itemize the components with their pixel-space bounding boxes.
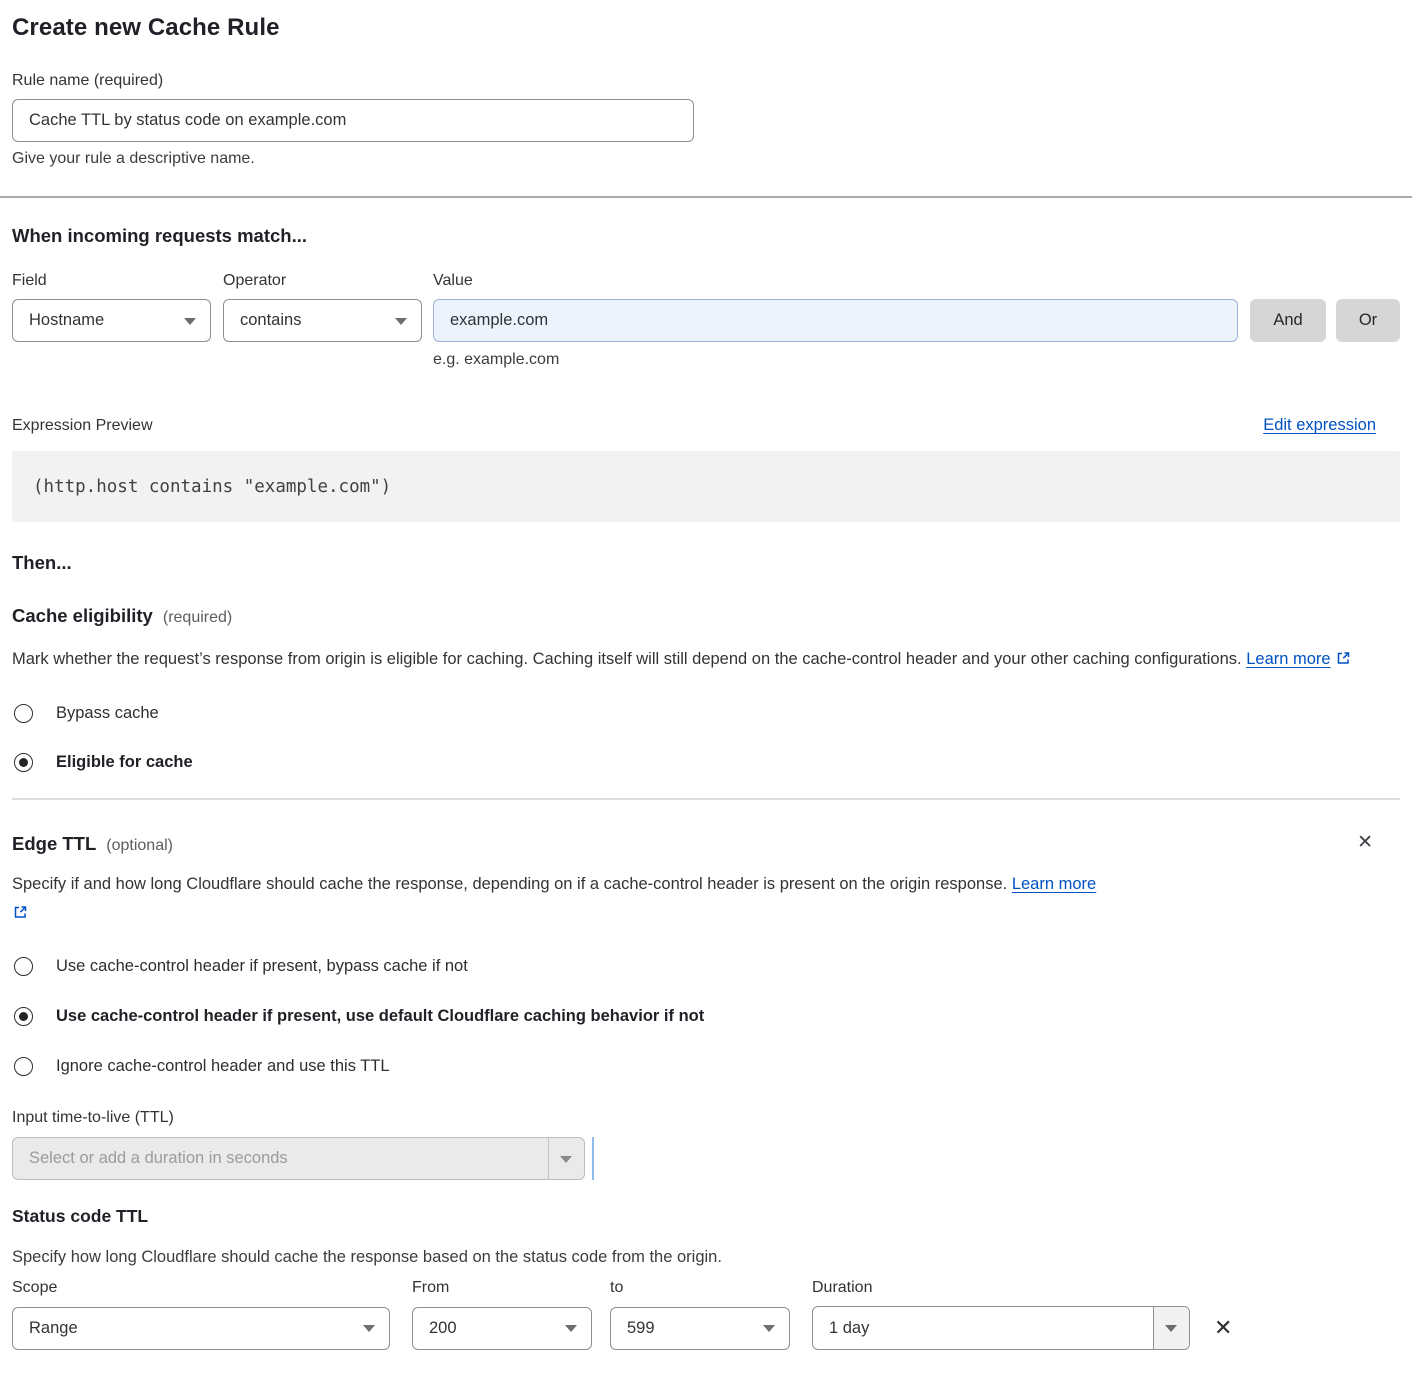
value-helper: e.g. example.com bbox=[12, 351, 1400, 369]
expression-header: Expression Preview Edit expression bbox=[12, 416, 1400, 435]
remove-row-icon[interactable]: ✕ bbox=[1214, 1317, 1232, 1339]
match-condition-row: Hostname contains And Or bbox=[12, 299, 1400, 342]
text-cursor bbox=[592, 1137, 594, 1180]
page-title: Create new Cache Rule bbox=[12, 14, 1400, 42]
and-button[interactable]: And bbox=[1250, 299, 1326, 342]
to-label: to bbox=[610, 1279, 812, 1297]
chevron-down-icon bbox=[560, 1156, 572, 1163]
scope-label: Scope bbox=[12, 1279, 412, 1297]
ttl-select-arrow-button[interactable] bbox=[548, 1138, 584, 1179]
chevron-down-icon bbox=[565, 1325, 577, 1332]
expression-code: (http.host contains "example.com") bbox=[33, 477, 391, 497]
radio-checked-icon[interactable] bbox=[14, 1007, 33, 1026]
status-code-ttl-heading: Status code TTL bbox=[12, 1206, 1400, 1227]
edge-ttl-description-text: Specify if and how long Cloudflare shoul… bbox=[12, 875, 1007, 893]
ttl-select-placeholder: Select or add a duration in seconds bbox=[13, 1138, 548, 1179]
duration-select-value: 1 day bbox=[813, 1307, 1153, 1349]
edge-ttl-heading: Edge TTL bbox=[12, 833, 96, 855]
chevron-down-icon bbox=[1165, 1325, 1177, 1332]
radio-use-header-bypass[interactable]: Use cache-control header if present, byp… bbox=[12, 957, 1400, 976]
rule-name-label: Rule name (required) bbox=[12, 72, 1400, 90]
then-heading: Then... bbox=[12, 552, 1400, 574]
field-select-value: Hostname bbox=[29, 311, 104, 330]
radio-checked-icon[interactable] bbox=[14, 753, 33, 772]
radio-eligible-for-cache[interactable]: Eligible for cache bbox=[12, 753, 1400, 772]
field-select[interactable]: Hostname bbox=[12, 299, 211, 342]
radio-ignore-header[interactable]: Ignore cache-control header and use this… bbox=[12, 1057, 1400, 1076]
scope-select-value: Range bbox=[29, 1319, 78, 1338]
status-labels-row: Scope From to Duration bbox=[12, 1279, 1400, 1297]
ttl-duration-select[interactable]: Select or add a duration in seconds bbox=[12, 1137, 585, 1180]
cache-eligibility-description-text: Mark whether the request’s response from… bbox=[12, 650, 1242, 668]
radio-label: Bypass cache bbox=[56, 704, 159, 723]
operator-select-value: contains bbox=[240, 311, 301, 330]
duration-label: Duration bbox=[812, 1279, 872, 1297]
chevron-down-icon bbox=[184, 318, 196, 325]
cache-eligibility-heading: Cache eligibility bbox=[12, 605, 153, 627]
section-divider bbox=[12, 798, 1400, 800]
radio-icon[interactable] bbox=[14, 704, 33, 723]
optional-tag: (optional) bbox=[106, 837, 173, 855]
status-code-ttl-description: Specify how long Cloudflare should cache… bbox=[12, 1248, 1400, 1267]
from-label: From bbox=[412, 1279, 610, 1297]
chevron-down-icon bbox=[363, 1325, 375, 1332]
operator-select[interactable]: contains bbox=[223, 299, 422, 342]
match-labels-row: Field Operator Value bbox=[12, 272, 1400, 290]
section-divider bbox=[0, 196, 1412, 198]
to-select[interactable]: 599 bbox=[610, 1307, 790, 1350]
rule-name-helper: Give your rule a descriptive name. bbox=[12, 150, 1400, 168]
edge-ttl-header: Edge TTL (optional) ✕ bbox=[12, 833, 1400, 855]
external-link-icon bbox=[12, 904, 29, 920]
expression-preview-box: (http.host contains "example.com") bbox=[12, 451, 1400, 522]
radio-icon[interactable] bbox=[14, 957, 33, 976]
ttl-input-label: Input time-to-live (TTL) bbox=[12, 1109, 1400, 1127]
to-select-value: 599 bbox=[627, 1319, 655, 1338]
duration-select[interactable]: 1 day bbox=[812, 1306, 1190, 1350]
radio-icon[interactable] bbox=[14, 1057, 33, 1076]
expression-preview-label: Expression Preview bbox=[12, 417, 153, 435]
value-label: Value bbox=[433, 272, 473, 290]
radio-label: Use cache-control header if present, byp… bbox=[56, 957, 468, 976]
from-select-value: 200 bbox=[429, 1319, 457, 1338]
from-select[interactable]: 200 bbox=[412, 1307, 592, 1350]
chevron-down-icon bbox=[395, 318, 407, 325]
scope-select[interactable]: Range bbox=[12, 1307, 390, 1350]
chevron-down-icon bbox=[763, 1325, 775, 1332]
radio-label: Use cache-control header if present, use… bbox=[56, 1007, 704, 1026]
field-label: Field bbox=[12, 272, 223, 290]
cache-eligibility-heading-row: Cache eligibility (required) bbox=[12, 605, 1400, 627]
value-input[interactable] bbox=[433, 299, 1238, 342]
rule-name-input[interactable] bbox=[12, 99, 694, 142]
match-heading: When incoming requests match... bbox=[12, 225, 1400, 247]
radio-use-header-default[interactable]: Use cache-control header if present, use… bbox=[12, 1007, 1400, 1026]
cache-eligibility-description: Mark whether the request’s response from… bbox=[12, 645, 1357, 674]
duration-select-arrow-button[interactable] bbox=[1153, 1307, 1189, 1349]
edge-ttl-description: Specify if and how long Cloudflare shoul… bbox=[12, 870, 1117, 928]
status-code-ttl-row: Range 200 599 1 day ✕ bbox=[12, 1306, 1400, 1350]
learn-more-link[interactable]: Learn more bbox=[1012, 875, 1096, 893]
edge-ttl-heading-row: Edge TTL (optional) bbox=[12, 833, 173, 855]
learn-more-link[interactable]: Learn more bbox=[1246, 650, 1330, 668]
ttl-select-row: Select or add a duration in seconds bbox=[12, 1137, 1400, 1180]
edit-expression-link[interactable]: Edit expression bbox=[1263, 416, 1376, 435]
close-icon[interactable]: ✕ bbox=[1357, 833, 1373, 853]
operator-label: Operator bbox=[223, 272, 433, 290]
radio-bypass-cache[interactable]: Bypass cache bbox=[12, 704, 1400, 723]
required-tag: (required) bbox=[163, 609, 232, 627]
external-link-icon bbox=[1335, 650, 1352, 666]
or-button[interactable]: Or bbox=[1336, 299, 1400, 342]
radio-label: Ignore cache-control header and use this… bbox=[56, 1057, 390, 1076]
radio-label: Eligible for cache bbox=[56, 753, 193, 772]
